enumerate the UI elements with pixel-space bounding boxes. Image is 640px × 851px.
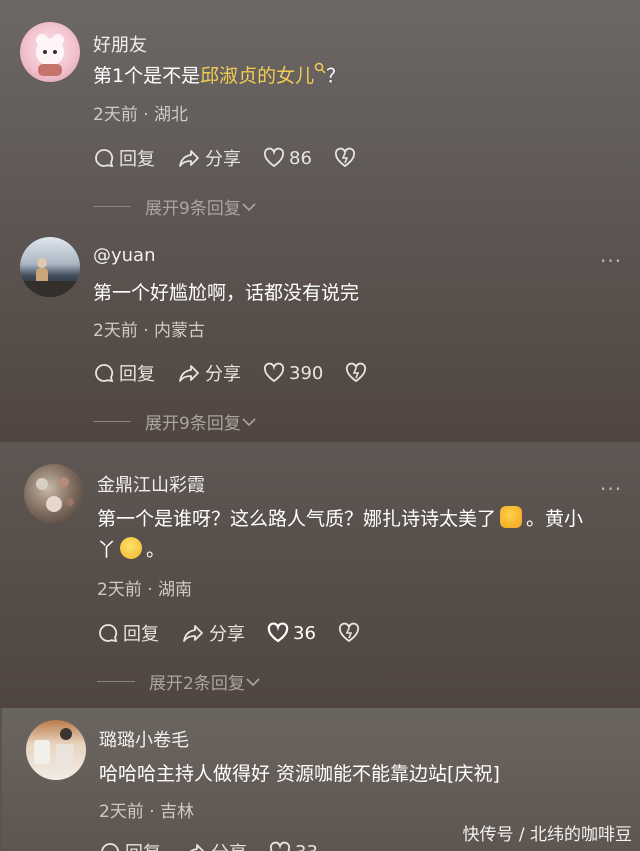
share-icon — [179, 365, 199, 382]
action-bar: 回复 分享 86 — [93, 145, 382, 171]
share-label: 分享 — [205, 364, 241, 385]
share-icon — [179, 150, 199, 167]
avatar[interactable] — [26, 720, 86, 780]
more-icon[interactable]: ··· — [600, 477, 622, 501]
share-button[interactable]: 分享 — [181, 620, 245, 646]
thumbs-up-emoji-icon — [500, 506, 523, 528]
search-link[interactable]: 邱淑贞的女儿 — [200, 65, 314, 87]
share-icon — [183, 625, 203, 642]
comment-text-line2: 丫 — [97, 539, 117, 561]
like-count: 33 — [295, 842, 318, 851]
comment-text: 第一个好尴尬啊，话都没有说完 — [93, 282, 360, 304]
expand-label: 展开9条回复 — [145, 199, 241, 219]
like-button[interactable]: 86 — [263, 147, 312, 169]
action-bar: 回复 分享 36 — [97, 620, 386, 646]
reply-label: 回复 — [125, 839, 161, 851]
share-label: 分享 — [209, 624, 245, 645]
chevron-down-icon — [246, 677, 260, 686]
comment-text-line1: 第一个是谁呀？这么路人气质？娜扎诗诗太美了 — [97, 508, 497, 530]
dislike-icon — [334, 147, 355, 168]
expand-replies[interactable]: 展开9条回复 — [93, 194, 257, 219]
divider — [97, 681, 135, 682]
like-count: 36 — [293, 622, 316, 644]
dislike-button[interactable] — [334, 147, 360, 169]
avatar[interactable] — [24, 464, 84, 524]
heart-icon — [269, 841, 291, 851]
reply-button[interactable]: 回复 — [93, 145, 155, 171]
reply-icon — [99, 624, 118, 643]
username[interactable]: @yuan — [93, 245, 156, 266]
reply-label: 回复 — [119, 149, 155, 170]
comment-text-before: 第1个是不是 — [93, 65, 201, 87]
like-button[interactable]: 390 — [263, 362, 323, 384]
avatar[interactable] — [20, 22, 80, 82]
dislike-icon — [338, 622, 359, 643]
dislike-button[interactable] — [338, 622, 364, 644]
comment-meta: 2天前 · 湖南 — [97, 580, 193, 600]
heart-icon — [263, 147, 285, 168]
reply-icon — [95, 149, 114, 168]
expand-label: 展开2条回复 — [149, 674, 245, 694]
more-icon[interactable]: ··· — [600, 249, 622, 273]
share-icon — [189, 844, 205, 851]
comment-section-1: 好朋友 第1个是不是邱淑贞的女儿 ？ 2天前 · 湖北 回复 分享 86 展开9条… — [0, 0, 640, 442]
share-label: 分享 — [205, 149, 241, 170]
action-bar: 回复 分享 390 — [93, 360, 393, 386]
action-bar: 回复 分享 33 — [99, 839, 340, 851]
like-count: 86 — [289, 147, 312, 169]
reply-label: 回复 — [123, 624, 159, 645]
reply-icon — [95, 364, 114, 383]
username[interactable]: 璐璐小卷毛 — [99, 726, 189, 752]
comment-text: 哈哈哈主持人做得好 资源咖能不能靠边站[庆祝] — [99, 763, 500, 785]
comment-text-after: ？ — [326, 65, 346, 87]
username[interactable]: 金鼎江山彩霞 — [97, 471, 205, 497]
share-button[interactable]: 分享 — [177, 360, 241, 386]
share-button[interactable]: 分享 — [183, 839, 247, 851]
dislike-icon — [346, 362, 367, 383]
chevron-down-icon — [242, 417, 256, 426]
dislike-button[interactable] — [345, 362, 371, 384]
like-button[interactable]: 33 — [269, 841, 318, 851]
watermark: 快传号 / 北纬的咖啡豆 — [462, 825, 632, 845]
comment-meta: 2天前 · 湖北 — [93, 105, 189, 125]
reply-label: 回复 — [119, 364, 155, 385]
reply-icon — [101, 843, 119, 851]
reply-button[interactable]: 回复 — [99, 839, 161, 851]
expand-replies[interactable]: 展开2条回复 — [97, 669, 261, 694]
share-button[interactable]: 分享 — [177, 145, 241, 171]
comment-meta: 2天前 · 吉林 — [99, 802, 195, 822]
comment-text: 第1个是不是邱淑贞的女儿 ？ — [93, 61, 345, 92]
chevron-down-icon — [242, 202, 256, 211]
divider — [93, 421, 131, 422]
comment-section-2: 金鼎江山彩霞 ··· 第一个是谁呀？这么路人气质？娜扎诗诗太美了 。黄小 丫 。 2… — [0, 442, 640, 708]
comment-text: 第一个是谁呀？这么路人气质？娜扎诗诗太美了 。黄小 丫 。 — [97, 504, 627, 566]
avatar[interactable] — [20, 237, 80, 297]
username[interactable]: 好朋友 — [93, 31, 147, 57]
reply-button[interactable]: 回复 — [93, 360, 155, 386]
expand-replies[interactable]: 展开9条回复 — [93, 409, 257, 434]
share-label: 分享 — [211, 839, 247, 851]
comment-meta: 2天前 · 内蒙古 — [93, 321, 206, 341]
laughing-emoji-icon — [120, 537, 143, 559]
like-button[interactable]: 36 — [267, 622, 316, 644]
divider — [93, 206, 131, 207]
heart-icon — [267, 622, 289, 643]
comment-text-line2-end: 。 — [146, 539, 166, 561]
reply-button[interactable]: 回复 — [97, 620, 159, 646]
expand-label: 展开9条回复 — [145, 414, 241, 434]
heart-icon — [263, 362, 285, 383]
search-icon[interactable] — [314, 62, 326, 74]
like-count: 390 — [289, 362, 324, 384]
comment-text-line1-end: 。黄小 — [526, 508, 584, 530]
